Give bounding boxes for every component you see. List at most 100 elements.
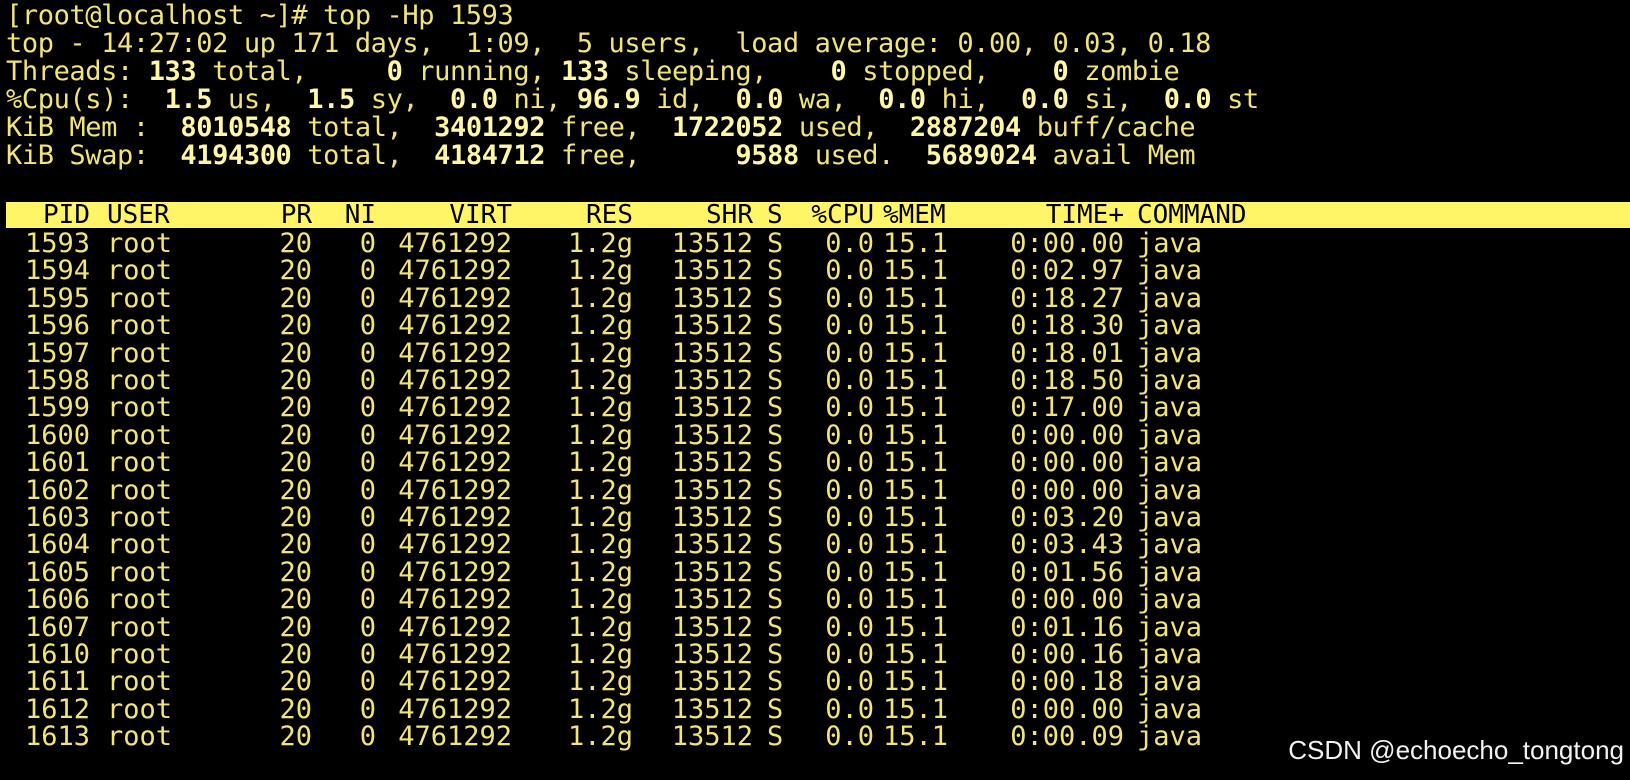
row-pr: 20 xyxy=(279,584,312,616)
row-res: 1.2g xyxy=(567,693,633,725)
col-user[interactable]: USER xyxy=(107,202,227,228)
row-mem: 15.1 xyxy=(883,639,949,670)
row-shr: 13512 xyxy=(671,255,753,287)
row-pid: 1613 xyxy=(24,721,90,753)
row-cpu: 0.0 xyxy=(825,666,874,698)
process-row[interactable]: 1606 root 20 0 4761292 1.2g 13512 S 0.0 15.1 0:00.… xyxy=(6,586,1630,614)
row-res: 1.2g xyxy=(567,419,633,451)
col-virt[interactable]: VIRT xyxy=(386,202,512,228)
process-row[interactable]: 1597 root 20 0 4761292 1.2g 13512 S 0.0 15.1 0:18.… xyxy=(6,337,1630,369)
col-pr[interactable]: PR xyxy=(256,202,312,228)
row-cpu: 0.0 xyxy=(825,392,874,424)
row-state: S xyxy=(767,502,784,533)
threads-total: 133 xyxy=(148,56,197,87)
process-row[interactable]: 1599 root 20 0 4761292 1.2g 13512 S 0.0 15.1 0:17.… xyxy=(6,394,1630,422)
row-pr: 20 xyxy=(279,447,312,479)
process-row[interactable]: 1593 root 20 0 4761292 1.2g 13512 S 0.0 15.1 0:00.… xyxy=(6,230,1630,258)
row-time: 0:18.01 xyxy=(1010,337,1124,369)
row-cpu: 0.0 xyxy=(825,337,874,369)
row-user: root xyxy=(107,337,173,369)
row-mem: 15.1 xyxy=(883,529,949,561)
row-time: 0:18.30 xyxy=(1010,310,1124,342)
process-row[interactable]: 1602 root 20 0 4761292 1.2g 13512 S 0.0 15.1 0:00.… xyxy=(6,474,1630,506)
row-pid: 1595 xyxy=(24,282,90,314)
cpu-ni-label: ni, xyxy=(513,84,562,115)
row-pid: 1596 xyxy=(24,310,90,342)
col-command[interactable]: COMMAND xyxy=(1137,202,1277,228)
row-state: S xyxy=(767,556,784,588)
row-pr: 20 xyxy=(279,310,312,342)
process-row[interactable]: 1596 root 20 0 4761292 1.2g 13512 S 0.0 15.1 0:18.… xyxy=(6,312,1630,340)
row-command: java xyxy=(1137,282,1203,314)
swap-line: KiB Swap: 4194300 total, 4184712 free, 9… xyxy=(6,140,1196,171)
row-ni: 0 xyxy=(359,447,376,479)
threads-sleeping-label: sleeping, xyxy=(624,56,768,87)
col-res[interactable]: RES xyxy=(526,202,633,228)
watermark-text: CSDN @echoecho_tongtong xyxy=(1288,735,1624,765)
process-row[interactable]: 1603 root 20 0 4761292 1.2g 13512 S 0.0 15.1 0:03.… xyxy=(6,504,1630,532)
row-time: 0:00.16 xyxy=(1010,639,1124,670)
cpu-id: 96.9 xyxy=(576,84,641,115)
row-res: 1.2g xyxy=(567,365,633,396)
process-row[interactable]: 1612 root 20 0 4761292 1.2g 13512 S 0.0 15.1 0:00.… xyxy=(6,693,1630,725)
col-shr[interactable]: SHR xyxy=(646,202,753,228)
row-res: 1.2g xyxy=(567,556,633,588)
row-mem: 15.1 xyxy=(883,666,949,698)
col-state[interactable]: S xyxy=(767,202,791,228)
process-row[interactable]: 1595 root 20 0 4761292 1.2g 13512 S 0.0 15.1 0:18.… xyxy=(6,282,1630,314)
process-row[interactable]: 1598 root 20 0 4761292 1.2g 13512 S 0.0 15.1 0:18.… xyxy=(6,367,1630,395)
row-pr: 20 xyxy=(279,721,312,753)
row-shr: 13512 xyxy=(671,693,753,725)
row-state: S xyxy=(767,584,784,616)
row-cpu: 0.0 xyxy=(825,584,874,616)
row-virt: 4761292 xyxy=(398,666,512,698)
process-row[interactable]: 1594 root 20 0 4761292 1.2g 13512 S 0.0 15.1 0:02.… xyxy=(6,257,1630,285)
row-virt: 4761292 xyxy=(398,282,512,314)
row-command: java xyxy=(1137,419,1203,451)
row-ni: 0 xyxy=(359,611,376,643)
mem-used: 1722052 xyxy=(672,112,783,143)
row-user: root xyxy=(107,310,173,342)
process-row[interactable]: 1605 root 20 0 4761292 1.2g 13512 S 0.0 15.1 0:01.… xyxy=(6,556,1630,588)
swap-used-label: used. xyxy=(814,140,895,171)
col-ni[interactable]: NI xyxy=(326,202,376,228)
row-cpu: 0.0 xyxy=(825,693,874,725)
row-ni: 0 xyxy=(359,419,376,451)
col-mem[interactable]: %MEM xyxy=(883,202,959,228)
terminal-window[interactable]: [root@localhost ~]# top -Hp 1593 top - 1… xyxy=(6,0,1630,780)
row-command: java xyxy=(1137,447,1203,479)
col-cpu[interactable]: %CPU xyxy=(798,202,874,228)
row-time: 0:00.00 xyxy=(1010,419,1124,451)
process-row[interactable]: 1601 root 20 0 4761292 1.2g 13512 S 0.0 15.1 0:00.… xyxy=(6,449,1630,477)
row-shr: 13512 xyxy=(671,474,753,506)
swap-label: KiB Swap: xyxy=(6,140,149,171)
row-user: root xyxy=(107,721,173,753)
row-pid: 1599 xyxy=(24,392,90,424)
row-pr: 20 xyxy=(279,666,312,698)
row-pid: 1611 xyxy=(24,666,90,698)
row-pid: 1612 xyxy=(24,693,90,725)
row-ni: 0 xyxy=(359,556,376,588)
row-mem: 15.1 xyxy=(883,611,949,643)
row-cpu: 0.0 xyxy=(825,419,874,451)
row-user: root xyxy=(107,255,173,287)
process-row[interactable]: 1610 root 20 0 4761292 1.2g 13512 S 0.0 15.1 0:00.… xyxy=(6,641,1630,669)
row-ni: 0 xyxy=(359,584,376,616)
cpu-label: %Cpu(s): xyxy=(6,84,133,115)
process-row[interactable]: 1604 root 20 0 4761292 1.2g 13512 S 0.0 15.1 0:03.… xyxy=(6,531,1630,559)
row-time: 0:03.20 xyxy=(1010,502,1124,533)
process-row[interactable]: 1611 root 20 0 4761292 1.2g 13512 S 0.0 15.1 0:00.… xyxy=(6,668,1630,696)
row-cpu: 0.0 xyxy=(825,639,874,670)
col-time[interactable]: TIME+ xyxy=(996,202,1124,228)
row-res: 1.2g xyxy=(567,255,633,287)
process-row[interactable]: 1607 root 20 0 4761292 1.2g 13512 S 0.0 15.1 0:01.… xyxy=(6,611,1630,643)
process-row[interactable]: 1600 root 20 0 4761292 1.2g 13512 S 0.0 15.1 0:00.… xyxy=(6,419,1630,451)
row-virt: 4761292 xyxy=(398,721,512,753)
col-pid[interactable]: PID xyxy=(6,202,90,228)
row-state: S xyxy=(767,639,784,670)
mem-used-label: used, xyxy=(798,112,879,143)
mem-total-label: total, xyxy=(307,112,403,143)
row-cpu: 0.0 xyxy=(825,228,874,259)
mem-total: 8010548 xyxy=(180,112,292,143)
row-command: java xyxy=(1137,584,1203,616)
